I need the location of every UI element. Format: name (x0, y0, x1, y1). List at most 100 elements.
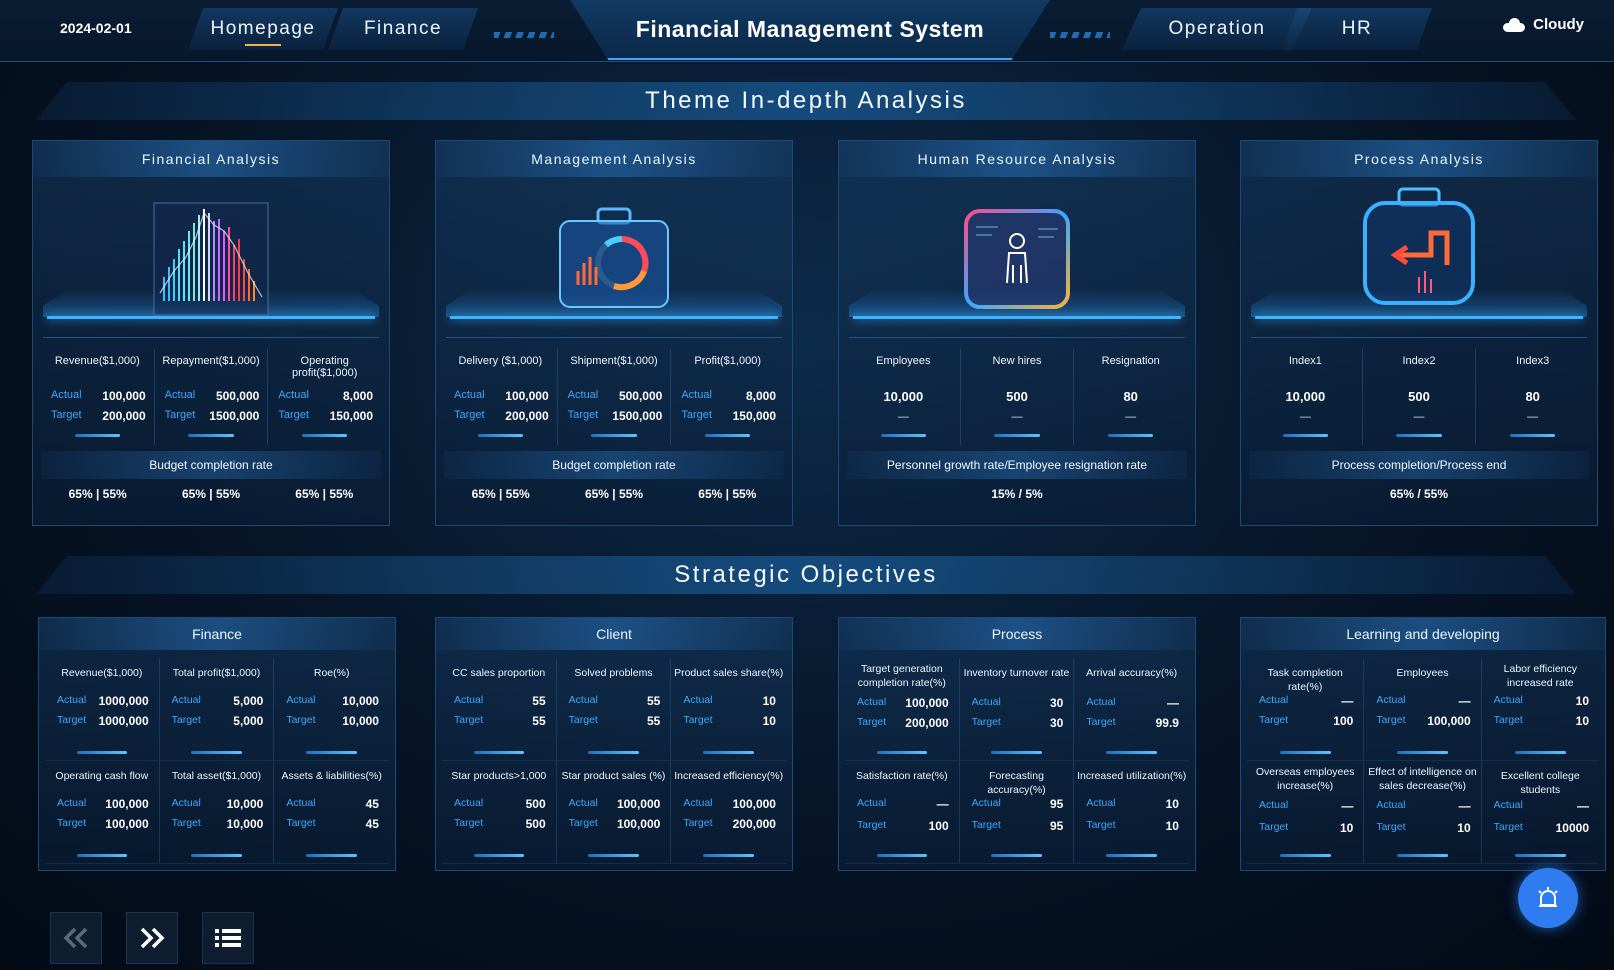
objective-label: Star products>1,000 (451, 770, 547, 782)
target-row: Target 10000 (1494, 821, 1589, 835)
target-row: Target 95 (972, 819, 1064, 833)
management-analysis-card[interactable]: Management Analysis Delivery ($1,000) Ac… (435, 140, 793, 526)
objective-label: Task completion rate(%) (1267, 667, 1343, 693)
objective-label: Solved problems (574, 667, 653, 679)
objective-cell: Product sales share(%) Actual 10 Target 10 (671, 658, 786, 761)
target-value: 10000 (1555, 821, 1589, 835)
rate-title: Process completion/Process end (1249, 451, 1589, 479)
objective-label: Overseas employees increase(%) (1255, 766, 1355, 792)
actual-value: 10 (1575, 694, 1589, 708)
metric-columns: Employees 10,000 — New hires 500 — Resig… (847, 349, 1187, 445)
progress-bar (705, 434, 751, 437)
objective-cell: Task completion rate(%) Actual — Target 100 (1247, 658, 1365, 761)
previous-page-button[interactable] (50, 912, 102, 964)
metric-sub: — (1011, 411, 1023, 423)
objective-cell: Operating cash flow Actual 100,000 Target 10… (45, 761, 160, 864)
objective-cell: Arrival accuracy(%) Actual — Target 99.9 (1074, 658, 1189, 761)
progress-bar (588, 854, 639, 857)
metric-sub: — (1299, 411, 1311, 423)
client-objectives-card[interactable]: Client CC sales proportion Actual 55 Target… (435, 617, 793, 871)
rate-value: 65% | 55% (295, 487, 354, 501)
target-value: 1500,000 (209, 409, 260, 423)
objective-label: Employees (1396, 667, 1449, 679)
metric-value: 500 (1408, 389, 1430, 404)
objective-label: Roe(%) (313, 667, 350, 679)
actual-row: Actual — (1376, 799, 1470, 813)
progress-bar (1279, 751, 1331, 754)
learning-objectives-card[interactable]: Learning and developing Task completion … (1240, 617, 1606, 871)
progress-bar (1279, 854, 1331, 857)
target-row: Target 100,000 (57, 817, 149, 831)
finance-objectives-card[interactable]: Finance Revenue($1,000) Actual 1000,000 Tar… (38, 617, 396, 871)
objective-cell: Target generation completion rate(%) Actu… (845, 658, 960, 761)
actual-row: Actual 55 (569, 694, 661, 708)
metric-sub: — (1125, 411, 1137, 423)
target-key: Target (971, 819, 1001, 831)
metric-label: Index1 (1288, 355, 1322, 367)
objective-label: Increased efficiency(%) (674, 770, 784, 782)
actual-key: Actual (57, 797, 87, 809)
progress-bar (876, 854, 927, 857)
target-key: Target (286, 714, 316, 726)
target-value: 95 (1049, 819, 1064, 833)
progress-bar (991, 751, 1042, 754)
actual-value: 10 (762, 694, 776, 708)
date-display: 2024-02-01 (60, 20, 132, 36)
metric-index1: Index1 10,000 — (1249, 349, 1363, 445)
tab-hr[interactable]: HR (1282, 8, 1432, 50)
target-row: Target 500 (454, 817, 546, 831)
target-value: 10 (1457, 821, 1471, 835)
actual-key: Actual (1086, 797, 1116, 809)
financial-analysis-card[interactable]: Financial Analysis Revenue($1,000) Actua… (32, 140, 390, 526)
tab-operation[interactable]: Operation (1122, 8, 1312, 50)
briefcase-chart-icon (556, 205, 672, 311)
target-value: 30 (1049, 716, 1064, 730)
target-value: 10 (1575, 714, 1589, 728)
card-title: Process (839, 618, 1195, 650)
objective-cell: Overseas employees increase(%) Actual — Tar… (1247, 761, 1365, 864)
rate-title: Personnel growth rate/Employee resignati… (847, 451, 1187, 479)
metric-label: Profit($1,000) (694, 355, 761, 367)
target-value: 100 (928, 819, 949, 833)
metric-columns: Index1 10,000 — Index2 500 — Index3 80 — (1249, 349, 1589, 445)
target-value: 10 (1165, 819, 1179, 833)
actual-row: Actual — (1259, 799, 1353, 813)
objective-label: Operating cash flow (55, 770, 149, 782)
rate-value: 65% | 55% (471, 487, 530, 501)
tab-finance[interactable]: Finance (328, 8, 478, 50)
actual-value: 1000,000 (98, 694, 149, 708)
target-value: 200,000 (102, 409, 146, 423)
actual-row: Actual 500,000 (568, 389, 663, 403)
target-row: Target 1500,000 (568, 409, 663, 423)
target-value: 1000,000 (98, 714, 149, 728)
actual-row: Actual 100,000 (569, 797, 661, 811)
human-resource-analysis-card[interactable]: Human Resource Analysis Employees 10,000… (838, 140, 1196, 526)
process-analysis-card[interactable]: Process Analysis Index1 10,000 — Index2 … (1240, 140, 1598, 526)
actual-value: 10,000 (226, 797, 264, 811)
metric-label: Shipment($1,000) (570, 355, 658, 367)
target-row: Target 55 (569, 714, 661, 728)
metric-label: Repayment($1,000) (162, 355, 260, 367)
metric-repayment: Repayment($1,000) Actual 500,000 Target 15… (155, 349, 269, 445)
progress-bar (994, 434, 1040, 437)
alarm-button[interactable] (1518, 868, 1578, 928)
metric-operating-profit: Operating profit($1,000) Actual 8,000 Tar… (268, 349, 381, 445)
title-plate: Financial Management System (570, 0, 1050, 60)
actual-row: Actual 8,000 (681, 389, 776, 403)
metric-label: Resignation (1101, 355, 1160, 367)
progress-bar (880, 434, 926, 437)
metric-label: Operating profit($1,000) (291, 355, 358, 379)
double-chevron-left-icon (63, 927, 88, 949)
target-key: Target (1259, 821, 1289, 833)
rate-value: 15% / 5% (991, 487, 1043, 501)
next-page-button[interactable] (126, 912, 178, 964)
tab-homepage[interactable]: Homepage (188, 8, 338, 50)
actual-row: Actual 500,000 (165, 389, 260, 403)
metric-label: Revenue($1,000) (54, 355, 140, 367)
menu-button[interactable] (202, 912, 254, 964)
target-row: Target 10 (1086, 819, 1179, 833)
target-value: 10,000 (342, 714, 379, 728)
actual-row: Actual 5,000 (172, 694, 264, 708)
process-objectives-card[interactable]: Process Target generation completion rat… (838, 617, 1196, 871)
rate-value: 65% | 55% (181, 487, 241, 501)
